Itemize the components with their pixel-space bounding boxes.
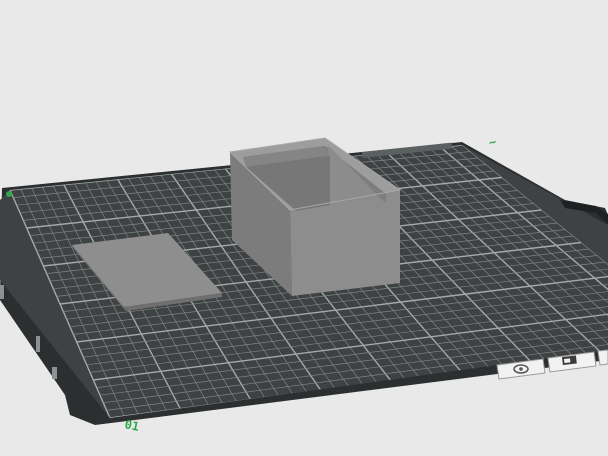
build-plate-scene[interactable]: ~ 01 [0, 0, 608, 456]
3d-viewport[interactable]: ~ 01 [0, 0, 608, 456]
y-axis-label: ~ [487, 135, 498, 150]
bed-origin-label: 01 [123, 417, 140, 434]
toolbar-edge-icon[interactable] [597, 349, 608, 366]
origin-marker [6, 191, 12, 197]
